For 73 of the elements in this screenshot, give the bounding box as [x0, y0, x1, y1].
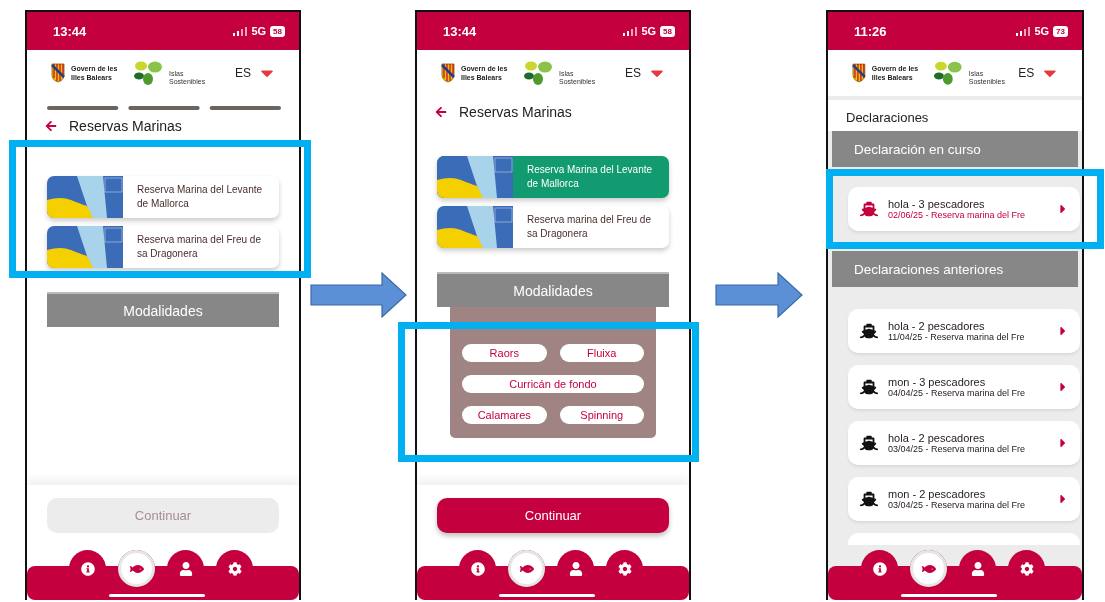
status-time: 11:26 [854, 23, 887, 39]
boat-icon [860, 490, 878, 508]
declaration-card[interactable]: mon - 3 pescadores 04/04/25 - Reserva marina del Fre [848, 365, 1080, 409]
reserve-card[interactable]: Reserva Marina del Levante de Mallorca [437, 156, 669, 198]
declaration-title: mon - 2 pescadores [888, 487, 987, 500]
battery-level: 58 [660, 25, 675, 37]
leaf-logo-icon [133, 60, 163, 86]
reserve-card[interactable]: Reserva marina del Freu de sa Dragonera [437, 206, 669, 248]
modality-chip[interactable]: Raors [462, 344, 547, 362]
user-icon [568, 561, 583, 576]
coat-of-arms-icon [852, 63, 866, 83]
settings-icon [617, 561, 632, 576]
section-header: Declaraciones anteriores [832, 251, 1078, 287]
section-header: Declaración en curso [832, 131, 1078, 167]
battery-level: 73 [1053, 25, 1068, 37]
status-time: 13:44 [443, 23, 477, 39]
signal-icon [233, 26, 248, 36]
user-icon [178, 561, 193, 576]
declaration-card[interactable]: mon - 2 pescadores 03/04/25 - Reserva marina del Fre [848, 477, 1080, 521]
settings-icon [227, 561, 242, 576]
page-title: Reservas Marinas [69, 118, 182, 134]
page-title: Reservas Marinas [459, 104, 572, 120]
language-selector[interactable]: ES [1018, 66, 1035, 80]
network-label: 5G [251, 25, 267, 37]
declaration-card[interactable]: hola - 2 pescadores 03/04/25 - Reserva marina del Fre [848, 421, 1080, 465]
boat-icon [860, 378, 878, 396]
declaration-subtitle: 03/04/25 - Reserva marina del Fre [888, 499, 1027, 511]
status-time: 13:44 [53, 23, 87, 39]
back-arrow-icon[interactable] [45, 120, 57, 132]
declaration-subtitle: 04/04/25 - Reserva marina del Fre [888, 387, 1027, 399]
declaration-subtitle: 11/04/25 - Reserva marina del Fre [888, 331, 1026, 343]
back-arrow-icon[interactable] [435, 106, 447, 118]
leaf-logo-icon [933, 60, 963, 86]
section-header: Modalidades [437, 272, 669, 307]
section-header: Modalidades [47, 292, 279, 327]
page-title: Declaraciones [828, 100, 1082, 131]
coat-of-arms-icon [51, 63, 65, 83]
user-icon [970, 561, 985, 576]
coat-of-arms-icon [441, 63, 455, 83]
signal-icon [1016, 26, 1031, 36]
network-label: 5G [1034, 25, 1050, 37]
declaration-card[interactable]: hola - 2 pescadores 11/04/25 - Reserva marina del Fre [848, 309, 1080, 353]
reserve-name: Reserva Marina del Levante de Mallorca [527, 163, 654, 191]
modality-chip[interactable]: Fluixa [559, 344, 644, 362]
info-icon [80, 561, 95, 576]
reserve-card[interactable]: Reserva Marina del Levante de Mallorca [47, 176, 279, 218]
boat-icon [860, 322, 878, 340]
modality-chip[interactable]: Spinning [559, 406, 644, 424]
language-selector[interactable]: ES [625, 66, 641, 80]
declaration-subtitle: 02/06/25 - Reserva marina del Fre [888, 209, 1027, 221]
continue-button[interactable]: Continuar [437, 498, 669, 533]
declaration-title: hola - 3 pescadores [888, 197, 986, 210]
settings-icon [1019, 561, 1034, 576]
battery-level: 58 [270, 25, 285, 37]
leaf-logo-icon [523, 60, 553, 86]
reserve-card[interactable]: Reserva marina del Freu de sa Dragonera [47, 226, 279, 268]
modality-chip[interactable]: Calamares [462, 406, 547, 424]
declaration-title: hola - 2 pescadores [888, 319, 986, 332]
modality-chip[interactable]: Curricán de fondo [462, 375, 644, 393]
info-icon [470, 561, 485, 576]
network-label: 5G [641, 25, 657, 37]
declaration-title: hola - 2 pescadores [888, 431, 986, 444]
boat-icon [860, 200, 878, 218]
boat-icon [860, 434, 878, 452]
reserve-name: Reserva Marina del Levante de Mallorca [137, 183, 264, 211]
declaration-subtitle: 03/04/25 - Reserva marina del Fre [888, 443, 1027, 455]
declaration-card[interactable]: hola - 3 pescadores 02/06/25 - Reserva marina del Fre [848, 187, 1080, 231]
language-selector[interactable]: ES [235, 66, 251, 80]
declaration-title: mon - 3 pescadores [888, 375, 987, 388]
signal-icon [623, 26, 638, 36]
reserve-name: Reserva marina del Freu de sa Dragonera [527, 213, 652, 241]
reserve-name: Reserva marina del Freu de sa Dragonera [137, 233, 262, 261]
info-icon [872, 561, 887, 576]
